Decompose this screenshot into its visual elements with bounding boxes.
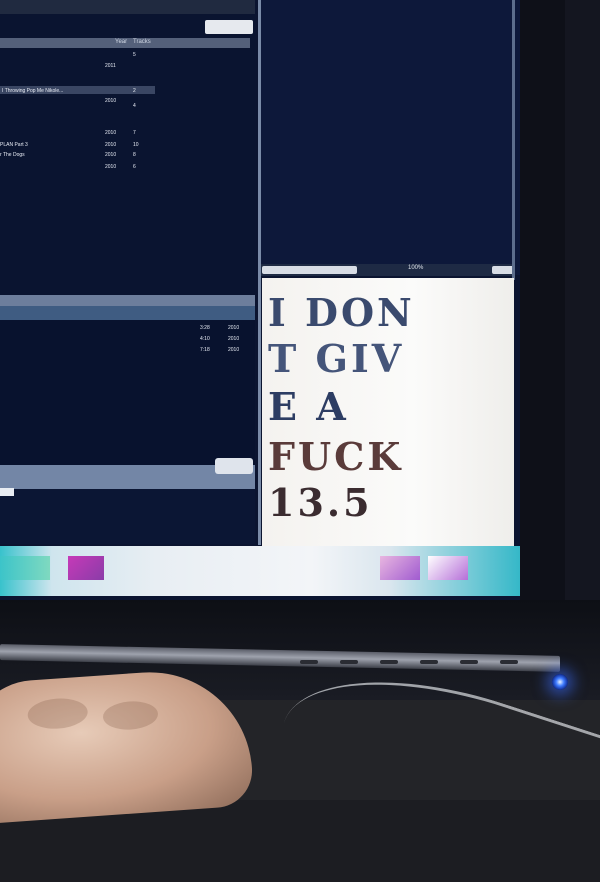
monitor-button[interactable] [420, 660, 438, 664]
status-pane [0, 489, 255, 544]
toolbar-button[interactable] [262, 266, 357, 274]
viewer-text-line: E A [268, 384, 349, 429]
list-item[interactable]: 2011 [0, 60, 250, 70]
monitor-button[interactable] [340, 660, 358, 664]
viewer-text-line: I DON [268, 290, 415, 335]
taskbar-item[interactable] [0, 556, 50, 580]
monitor-button[interactable] [380, 660, 398, 664]
knuckle [26, 696, 89, 731]
now-playing-pane [260, 0, 520, 275]
table-row[interactable]: 3:28 2010 [0, 325, 255, 335]
column-header-year[interactable]: Year [115, 39, 127, 45]
monitor-button[interactable] [460, 660, 478, 664]
taskbar-item[interactable] [68, 556, 104, 580]
list-item[interactable]: 2010 6 [0, 162, 250, 172]
monitor-button[interactable] [500, 660, 518, 664]
viewer-text-line: 13.5 [268, 480, 373, 525]
pane-border [258, 0, 261, 545]
toolbar-button[interactable] [492, 266, 514, 274]
viewer-text-line: FUCK [268, 434, 404, 479]
column-header-tracks[interactable]: Tracks [133, 39, 151, 45]
media-library-titlebar [0, 0, 255, 14]
zoom-label: 100% [408, 265, 424, 271]
list-item[interactable]: PLAN Part 3 2010 10 [0, 140, 250, 150]
viewer-toolbar: 100% [260, 264, 515, 276]
list-item[interactable]: I Throwing Pop Me Nikole... 2 [0, 86, 250, 96]
list-item[interactable]: 5 [0, 50, 250, 60]
track-list-header [0, 306, 255, 320]
search-input[interactable] [205, 20, 253, 34]
viewer-text-line: T GIV [268, 336, 405, 381]
monitor-bezel-right [565, 0, 600, 700]
power-led-icon[interactable] [552, 674, 568, 690]
monitor-screen: Year Tracks 5 2011 I Throwing Pop Me Nik… [0, 0, 520, 600]
image-viewer: I DON T GIV E A FUCK 13.5 [262, 278, 514, 546]
monitor-control-buttons[interactable] [300, 660, 550, 670]
knuckle [102, 699, 159, 732]
list-item[interactable]: 2010 7 [0, 128, 250, 138]
taskbar-item[interactable] [428, 556, 468, 580]
volume-slider[interactable] [215, 458, 253, 474]
table-row[interactable]: 4:10 2010 [0, 336, 255, 346]
progress-indicator [0, 488, 14, 496]
monitor-button[interactable] [300, 660, 318, 664]
list-item[interactable]: 2010 4 [0, 96, 250, 109]
list-item[interactable]: r The Dogs 2010 8 [0, 150, 250, 160]
table-row[interactable]: 7:18 2010 [0, 347, 255, 357]
pane-border [512, 0, 515, 280]
taskbar-item[interactable] [380, 556, 420, 580]
